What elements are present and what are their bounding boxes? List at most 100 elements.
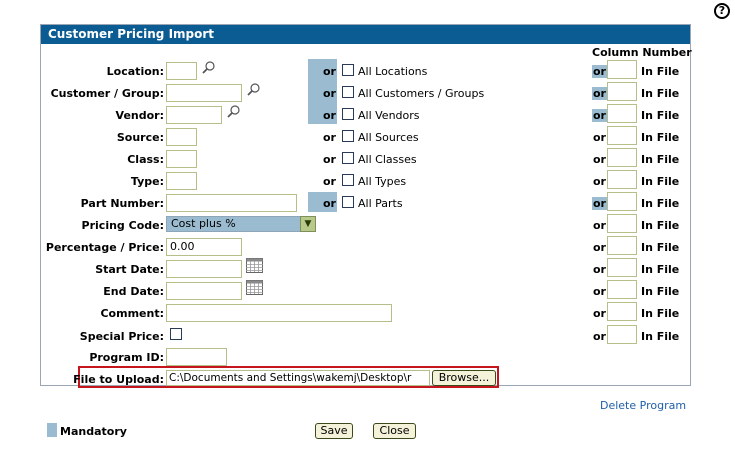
end-date-input[interactable]: [166, 282, 242, 300]
special-price-column-input[interactable]: [607, 325, 637, 344]
all-types-checkbox[interactable]: [342, 174, 354, 186]
or-right-label: or: [593, 285, 606, 298]
or-right-label: or: [593, 330, 606, 343]
or-label: or: [323, 65, 336, 78]
all-vendors-checkbox[interactable]: [342, 108, 354, 120]
row-customer-group: Customer / Group: or All Customers / Gro…: [0, 82, 735, 104]
or-right-label: or: [593, 131, 606, 144]
type-column-input[interactable]: [607, 170, 637, 189]
row-type: Type: or All Types or In File: [0, 170, 735, 192]
comment-input[interactable]: [166, 304, 392, 322]
pricing-code-label: Pricing Code:: [81, 219, 164, 232]
all-parts-checkbox[interactable]: [342, 196, 354, 208]
all-sources-label: All Sources: [358, 131, 419, 144]
class-input[interactable]: [166, 150, 197, 168]
save-button[interactable]: Save: [315, 423, 353, 439]
part-number-label: Part Number:: [80, 197, 164, 210]
comment-label: Comment:: [100, 307, 164, 320]
vendor-column-input[interactable]: [607, 104, 637, 123]
or-right-label: or: [592, 65, 607, 78]
file-upload-label: File to Upload:: [73, 373, 164, 386]
customer-group-input[interactable]: [166, 84, 242, 102]
magnifier-icon[interactable]: [246, 82, 262, 98]
delete-program-link[interactable]: Delete Program: [600, 399, 686, 412]
in-file-label: In File: [641, 330, 680, 343]
magnifier-icon[interactable]: [226, 104, 242, 120]
in-file-label: In File: [641, 87, 680, 100]
row-end-date: End Date: or In File: [0, 280, 735, 302]
or-label: or: [323, 197, 336, 210]
or-right-label: or: [593, 153, 606, 166]
percentage-price-label: Percentage / Price:: [45, 241, 164, 254]
source-input[interactable]: [166, 128, 197, 146]
in-file-label: In File: [641, 131, 680, 144]
class-column-input[interactable]: [607, 148, 637, 167]
comment-column-input[interactable]: [607, 302, 637, 321]
or-right-label: or: [593, 219, 606, 232]
help-icon[interactable]: ?: [714, 3, 730, 19]
in-file-label: In File: [641, 285, 680, 298]
row-pricing-code: Pricing Code: Cost plus % ▼ or In File: [0, 214, 735, 236]
row-program-id: Program ID:: [0, 348, 735, 368]
part-number-input[interactable]: [166, 194, 297, 212]
type-label: Type:: [130, 175, 164, 188]
or-right-label: or: [592, 109, 607, 122]
percentage-price-input[interactable]: 0.00: [166, 238, 242, 256]
pricing-code-select[interactable]: Cost plus % ▼: [166, 216, 316, 232]
customer-group-column-input[interactable]: [607, 82, 637, 101]
or-label: or: [323, 87, 336, 100]
or-right-label: or: [593, 241, 606, 254]
start-date-input[interactable]: [166, 260, 242, 278]
row-class: Class: or All Classes or In File: [0, 148, 735, 170]
in-file-label: In File: [641, 175, 680, 188]
part-number-column-input[interactable]: [607, 192, 637, 211]
percentage-price-column-input[interactable]: [607, 236, 637, 255]
row-percentage-price: Percentage / Price: 0.00 or In File: [0, 236, 735, 258]
all-locations-checkbox[interactable]: [342, 64, 354, 76]
row-location: Location: or All Locations or In File: [0, 60, 735, 82]
vendor-input[interactable]: [166, 106, 222, 124]
location-label: Location:: [106, 65, 164, 78]
in-file-label: In File: [641, 219, 680, 232]
end-date-column-input[interactable]: [607, 280, 637, 299]
location-column-input[interactable]: [607, 60, 637, 79]
customer-group-label: Customer / Group:: [50, 87, 164, 100]
all-customers-label: All Customers / Groups: [358, 87, 485, 100]
row-file-upload: File to Upload: C:\Documents and Setting…: [0, 370, 735, 390]
source-column-input[interactable]: [607, 126, 637, 145]
end-date-label: End Date:: [103, 285, 164, 298]
location-input[interactable]: [166, 62, 197, 80]
magnifier-icon[interactable]: [201, 60, 217, 76]
start-date-column-input[interactable]: [607, 258, 637, 277]
all-classes-checkbox[interactable]: [342, 152, 354, 164]
chevron-down-icon[interactable]: ▼: [300, 216, 316, 232]
column-number-header: Column Number: [592, 46, 692, 59]
all-customers-checkbox[interactable]: [342, 86, 354, 98]
calendar-icon[interactable]: [246, 258, 263, 273]
all-parts-label: All Parts: [358, 197, 403, 210]
or-label: or: [323, 131, 336, 144]
file-path-input[interactable]: C:\Documents and Settings\wakemj\Desktop…: [166, 370, 430, 386]
or-right-label: or: [592, 197, 607, 210]
row-source: Source: or All Sources or In File: [0, 126, 735, 148]
or-label: or: [323, 153, 336, 166]
in-file-label: In File: [641, 153, 680, 166]
close-button[interactable]: Close: [373, 423, 416, 439]
vendor-label: Vendor:: [115, 109, 164, 122]
program-id-input[interactable]: [166, 348, 227, 366]
pricing-code-selected: Cost plus %: [171, 217, 236, 230]
type-input[interactable]: [166, 172, 197, 190]
in-file-label: In File: [641, 263, 680, 276]
in-file-label: In File: [641, 197, 680, 210]
row-start-date: Start Date: or In File: [0, 258, 735, 280]
or-label: or: [323, 175, 336, 188]
pricing-code-column-input[interactable]: [607, 214, 637, 233]
browse-button[interactable]: Browse...: [432, 370, 496, 386]
special-price-label: Special Price:: [79, 330, 164, 343]
all-sources-checkbox[interactable]: [342, 130, 354, 142]
special-price-checkbox[interactable]: [170, 328, 182, 340]
all-vendors-label: All Vendors: [358, 109, 420, 122]
calendar-icon[interactable]: [246, 280, 263, 295]
in-file-label: In File: [641, 109, 680, 122]
row-vendor: Vendor: or All Vendors or In File: [0, 104, 735, 126]
